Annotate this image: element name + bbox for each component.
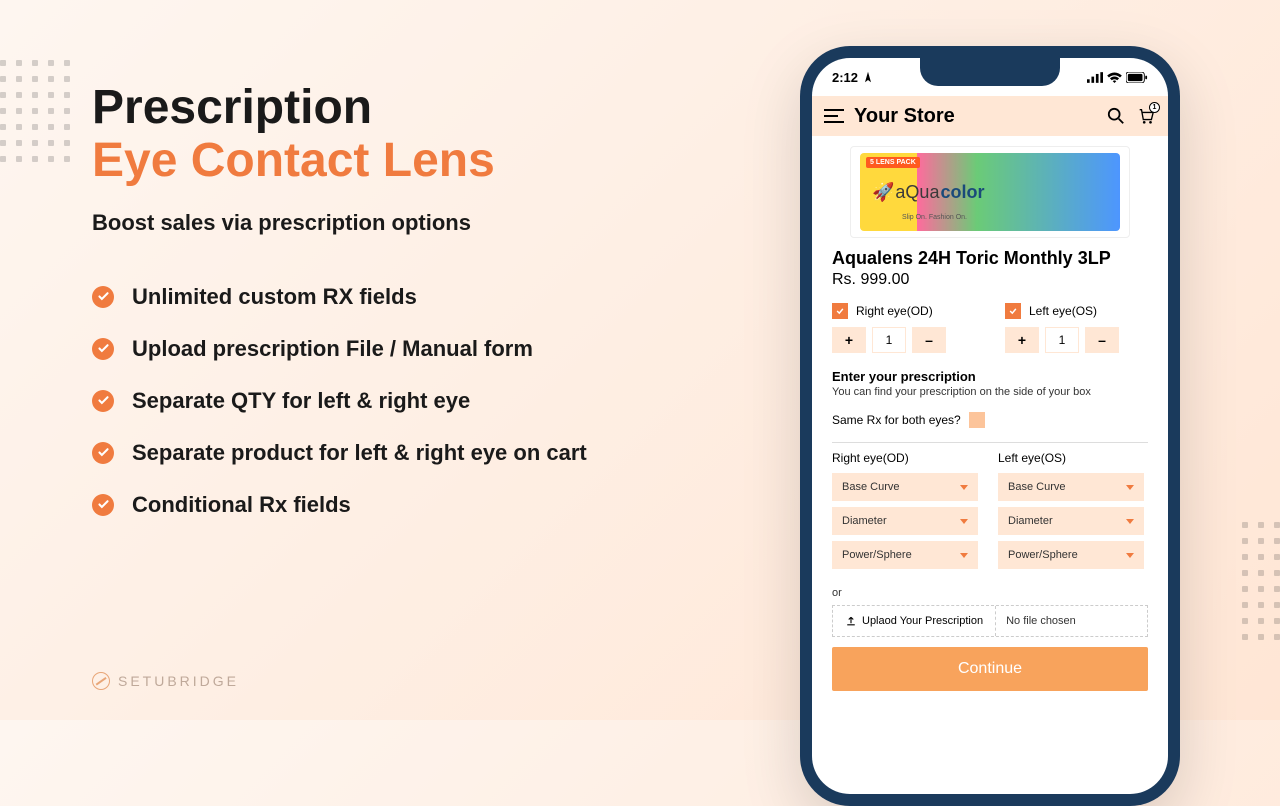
right-base-curve-select[interactable]: Base Curve xyxy=(832,473,978,501)
phone-notch xyxy=(920,58,1060,86)
menu-icon[interactable] xyxy=(824,106,844,126)
chevron-down-icon xyxy=(960,485,968,490)
right-eye-label: Right eye(OD) xyxy=(856,304,933,318)
upload-row: Uplaod Your Prescription No file chosen xyxy=(832,605,1148,637)
status-indicators xyxy=(1087,72,1148,83)
search-icon[interactable] xyxy=(1106,106,1126,126)
product-tagline: Slip On. Fashion On. xyxy=(902,214,967,221)
brand-footer: SETUBRIDGE xyxy=(92,672,239,690)
left-eye-col: Left eye(OS) + 1 – xyxy=(1005,303,1148,353)
rx-title: Enter your prescription xyxy=(832,369,1148,384)
chevron-down-icon xyxy=(960,553,968,558)
rx-left-col: Left eye(OS) Base Curve Diameter Power/S… xyxy=(988,443,1148,581)
phone-screen: 2:12 Your Store 1 5 LENS PA xyxy=(812,58,1168,794)
left-qty-plus[interactable]: + xyxy=(1005,327,1039,353)
cart-icon[interactable]: 1 xyxy=(1136,106,1156,126)
left-eye-checkbox[interactable] xyxy=(1005,303,1021,319)
same-rx-checkbox[interactable] xyxy=(969,412,985,428)
eye-selection-row: Right eye(OD) + 1 – Left eye(OS) + xyxy=(832,303,1148,353)
left-diameter-select[interactable]: Diameter xyxy=(998,507,1144,535)
product-brand-logo: 🚀 aQuacolor xyxy=(872,182,984,203)
feature-text: Separate QTY for left & right eye xyxy=(132,388,470,414)
right-eye-checkbox[interactable] xyxy=(832,303,848,319)
feature-item: Upload prescription File / Manual form xyxy=(92,336,662,362)
chevron-down-icon xyxy=(960,519,968,524)
product-price: Rs. 999.00 xyxy=(832,271,1148,289)
signal-icon xyxy=(1087,72,1103,83)
upload-status: No file chosen xyxy=(996,615,1086,627)
upload-label: Uplaod Your Prescription xyxy=(862,615,983,627)
chevron-down-icon xyxy=(1126,485,1134,490)
rx-right-col: Right eye(OD) Base Curve Diameter Power/… xyxy=(832,443,988,581)
rx-fields: Right eye(OD) Base Curve Diameter Power/… xyxy=(832,442,1148,581)
brand-name: SETUBRIDGE xyxy=(118,673,239,689)
continue-button[interactable]: Continue xyxy=(832,647,1148,691)
cart-badge: 1 xyxy=(1149,102,1160,113)
check-icon xyxy=(92,286,114,308)
hero-line-2: Eye Contact Lens xyxy=(92,135,662,188)
same-rx-row: Same Rx for both eyes? xyxy=(832,412,1148,428)
upload-icon xyxy=(845,615,857,627)
rx-right-header: Right eye(OD) xyxy=(832,451,978,465)
left-power-select[interactable]: Power/Sphere xyxy=(998,541,1144,569)
hero-sub: Boost sales via prescription options xyxy=(92,210,662,236)
upload-button[interactable]: Uplaod Your Prescription xyxy=(833,606,996,636)
feature-list: Unlimited custom RX fields Upload prescr… xyxy=(92,284,662,518)
check-icon xyxy=(92,390,114,412)
wifi-icon xyxy=(1107,72,1122,83)
brand-icon xyxy=(92,672,110,690)
chevron-down-icon xyxy=(1126,519,1134,524)
store-title: Your Store xyxy=(854,105,1096,128)
left-eye-label: Left eye(OS) xyxy=(1029,304,1097,318)
product-name: Aqualens 24H Toric Monthly 3LP xyxy=(832,248,1148,269)
decorative-dots-bottom-right xyxy=(1242,522,1280,640)
right-eye-col: Right eye(OD) + 1 – xyxy=(832,303,975,353)
product-image: 5 LENS PACK 🚀 aQuacolor Slip On. Fashion… xyxy=(850,146,1130,238)
left-base-curve-select[interactable]: Base Curve xyxy=(998,473,1144,501)
left-qty-minus[interactable]: – xyxy=(1085,327,1119,353)
feature-text: Conditional Rx fields xyxy=(132,492,351,518)
feature-item: Separate product for left & right eye on… xyxy=(92,440,662,466)
feature-item: Separate QTY for left & right eye xyxy=(92,388,662,414)
feature-text: Unlimited custom RX fields xyxy=(132,284,417,310)
right-power-select[interactable]: Power/Sphere xyxy=(832,541,978,569)
left-qty-value: 1 xyxy=(1045,327,1079,353)
right-qty-value: 1 xyxy=(872,327,906,353)
right-qty-minus[interactable]: – xyxy=(912,327,946,353)
feature-item: Unlimited custom RX fields xyxy=(92,284,662,310)
or-separator: or xyxy=(832,587,1148,599)
phone-mockup: 2:12 Your Store 1 5 LENS PA xyxy=(800,46,1180,806)
feature-text: Upload prescription File / Manual form xyxy=(132,336,533,362)
rx-left-header: Left eye(OS) xyxy=(998,451,1144,465)
chevron-down-icon xyxy=(1126,553,1134,558)
same-rx-label: Same Rx for both eyes? xyxy=(832,413,961,427)
hero-line-1: Prescription xyxy=(92,82,662,135)
pack-tag: 5 LENS PACK xyxy=(866,157,920,168)
check-icon xyxy=(92,442,114,464)
right-qty-plus[interactable]: + xyxy=(832,327,866,353)
check-icon xyxy=(92,494,114,516)
app-header: Your Store 1 xyxy=(812,96,1168,136)
rx-note: You can find your prescription on the si… xyxy=(832,386,1148,398)
feature-item: Conditional Rx fields xyxy=(92,492,662,518)
check-icon xyxy=(92,338,114,360)
decorative-dots-left xyxy=(0,60,70,162)
product-page: 5 LENS PACK 🚀 aQuacolor Slip On. Fashion… xyxy=(812,136,1168,691)
marketing-panel: Prescription Eye Contact Lens Boost sale… xyxy=(92,82,662,544)
status-time: 2:12 xyxy=(832,70,874,85)
battery-icon xyxy=(1126,72,1148,83)
feature-text: Separate product for left & right eye on… xyxy=(132,440,587,466)
right-diameter-select[interactable]: Diameter xyxy=(832,507,978,535)
